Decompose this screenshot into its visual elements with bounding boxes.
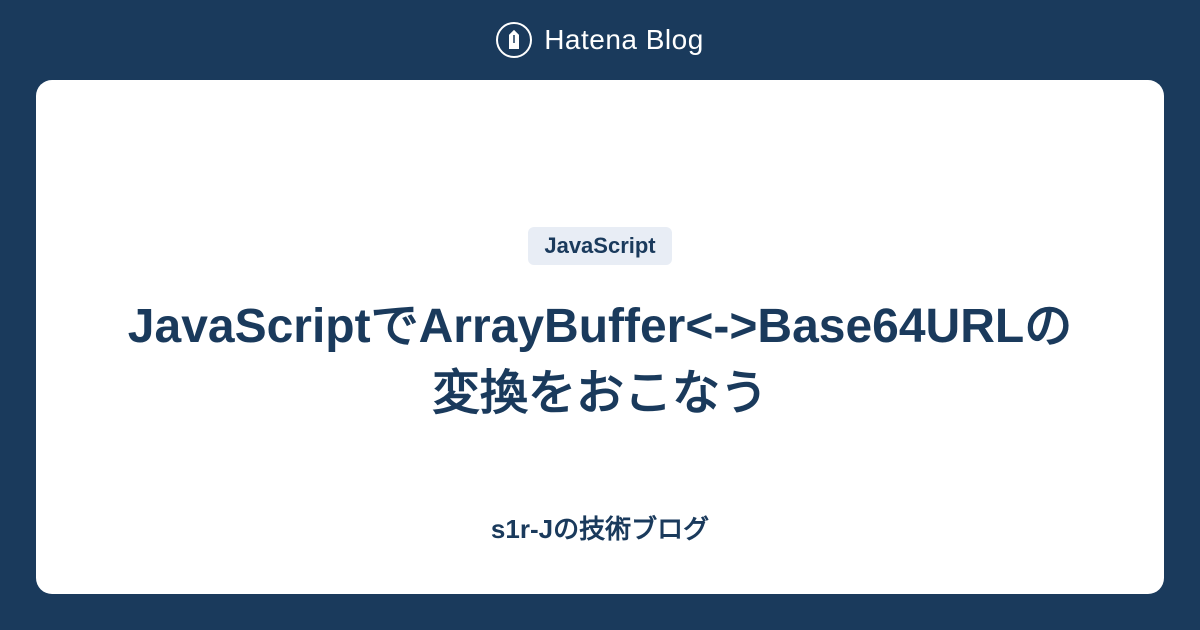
article-card: JavaScript JavaScriptでArrayBuffer<->Base… [36, 80, 1164, 594]
hatena-logo-icon [496, 22, 532, 58]
site-header: Hatena Blog [0, 0, 1200, 80]
article-title: JavaScriptでArrayBuffer<->Base64URLの変換をおこ… [120, 293, 1080, 427]
category-tag: JavaScript [528, 227, 671, 265]
blog-name: s1r-Jの技術ブログ [491, 509, 709, 546]
brand-name: Hatena Blog [544, 24, 704, 56]
